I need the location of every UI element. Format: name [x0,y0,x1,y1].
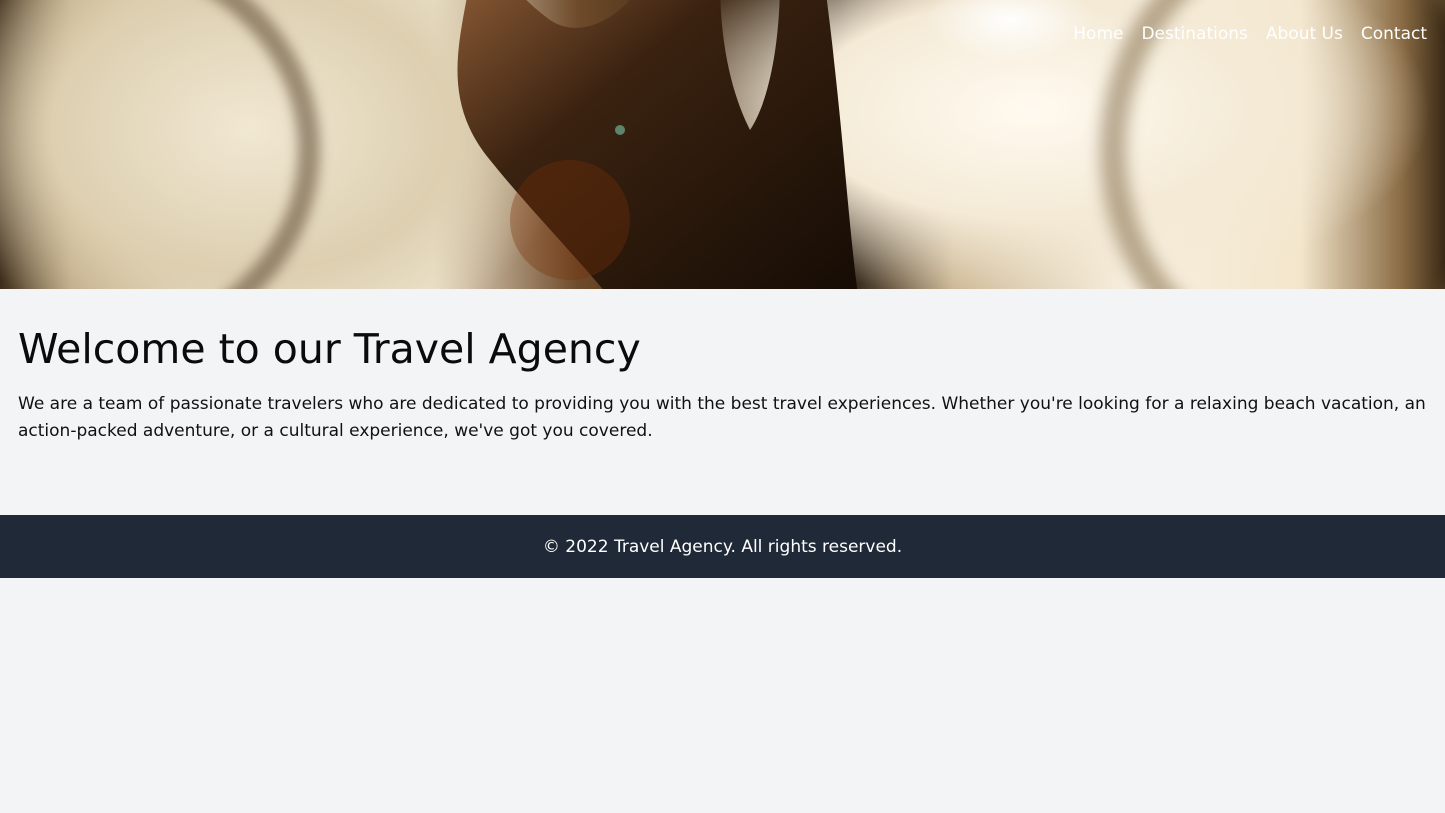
main-content: Welcome to our Travel Agency We are a te… [0,289,1445,515]
hero-header: Home Destinations About Us Contact [0,0,1445,289]
copyright-text: © 2022 Travel Agency. All rights reserve… [542,536,903,557]
airplane-window-left [0,0,320,289]
main-navigation: Home Destinations About Us Contact [1073,24,1427,44]
nav-link-contact[interactable]: Contact [1361,24,1427,44]
page-footer: © 2022 Travel Agency. All rights reserve… [0,515,1445,578]
nav-link-destinations[interactable]: Destinations [1141,24,1247,44]
nav-link-home[interactable]: Home [1073,24,1123,44]
page-title: Welcome to our Travel Agency [18,325,641,373]
hand-silhouette-image [457,0,858,289]
intro-paragraph: We are a team of passionate travelers wh… [18,394,1426,441]
nav-link-about-us[interactable]: About Us [1266,24,1343,44]
